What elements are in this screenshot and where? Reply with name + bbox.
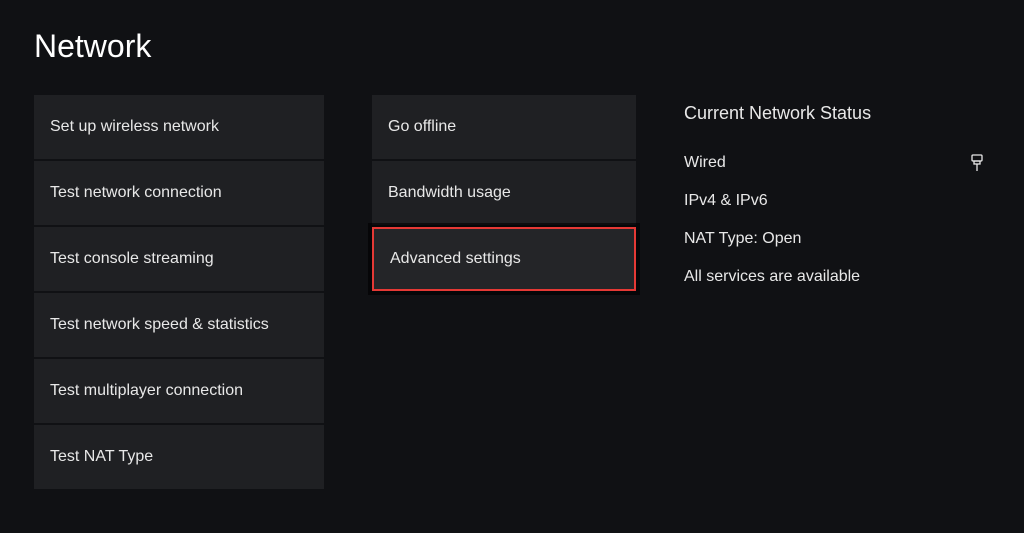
test-network-speed-button[interactable]: Test network speed & statistics [34, 293, 324, 357]
page-title: Network [0, 0, 1024, 65]
status-heading: Current Network Status [684, 103, 984, 124]
bandwidth-usage-button[interactable]: Bandwidth usage [372, 161, 636, 225]
status-connection-type-label: Wired [684, 154, 726, 172]
test-multiplayer-button[interactable]: Test multiplayer connection [34, 359, 324, 423]
test-console-streaming-button[interactable]: Test console streaming [34, 227, 324, 291]
status-services: All services are available [684, 268, 984, 286]
ethernet-icon [970, 154, 984, 172]
advanced-settings-button[interactable]: Advanced settings [372, 227, 636, 291]
test-network-connection-button[interactable]: Test network connection [34, 161, 324, 225]
menu-column-1: Set up wireless network Test network con… [34, 95, 324, 489]
status-column: Current Network Status Wired IPv4 & IPv6… [684, 95, 984, 489]
go-offline-button[interactable]: Go offline [372, 95, 636, 159]
status-ip-version: IPv4 & IPv6 [684, 192, 984, 210]
menu-column-2: Go offline Bandwidth usage Advanced sett… [372, 95, 636, 489]
test-nat-type-button[interactable]: Test NAT Type [34, 425, 324, 489]
status-connection-type: Wired [684, 154, 984, 172]
status-nat-type: NAT Type: Open [684, 230, 984, 248]
setup-wireless-button[interactable]: Set up wireless network [34, 95, 324, 159]
